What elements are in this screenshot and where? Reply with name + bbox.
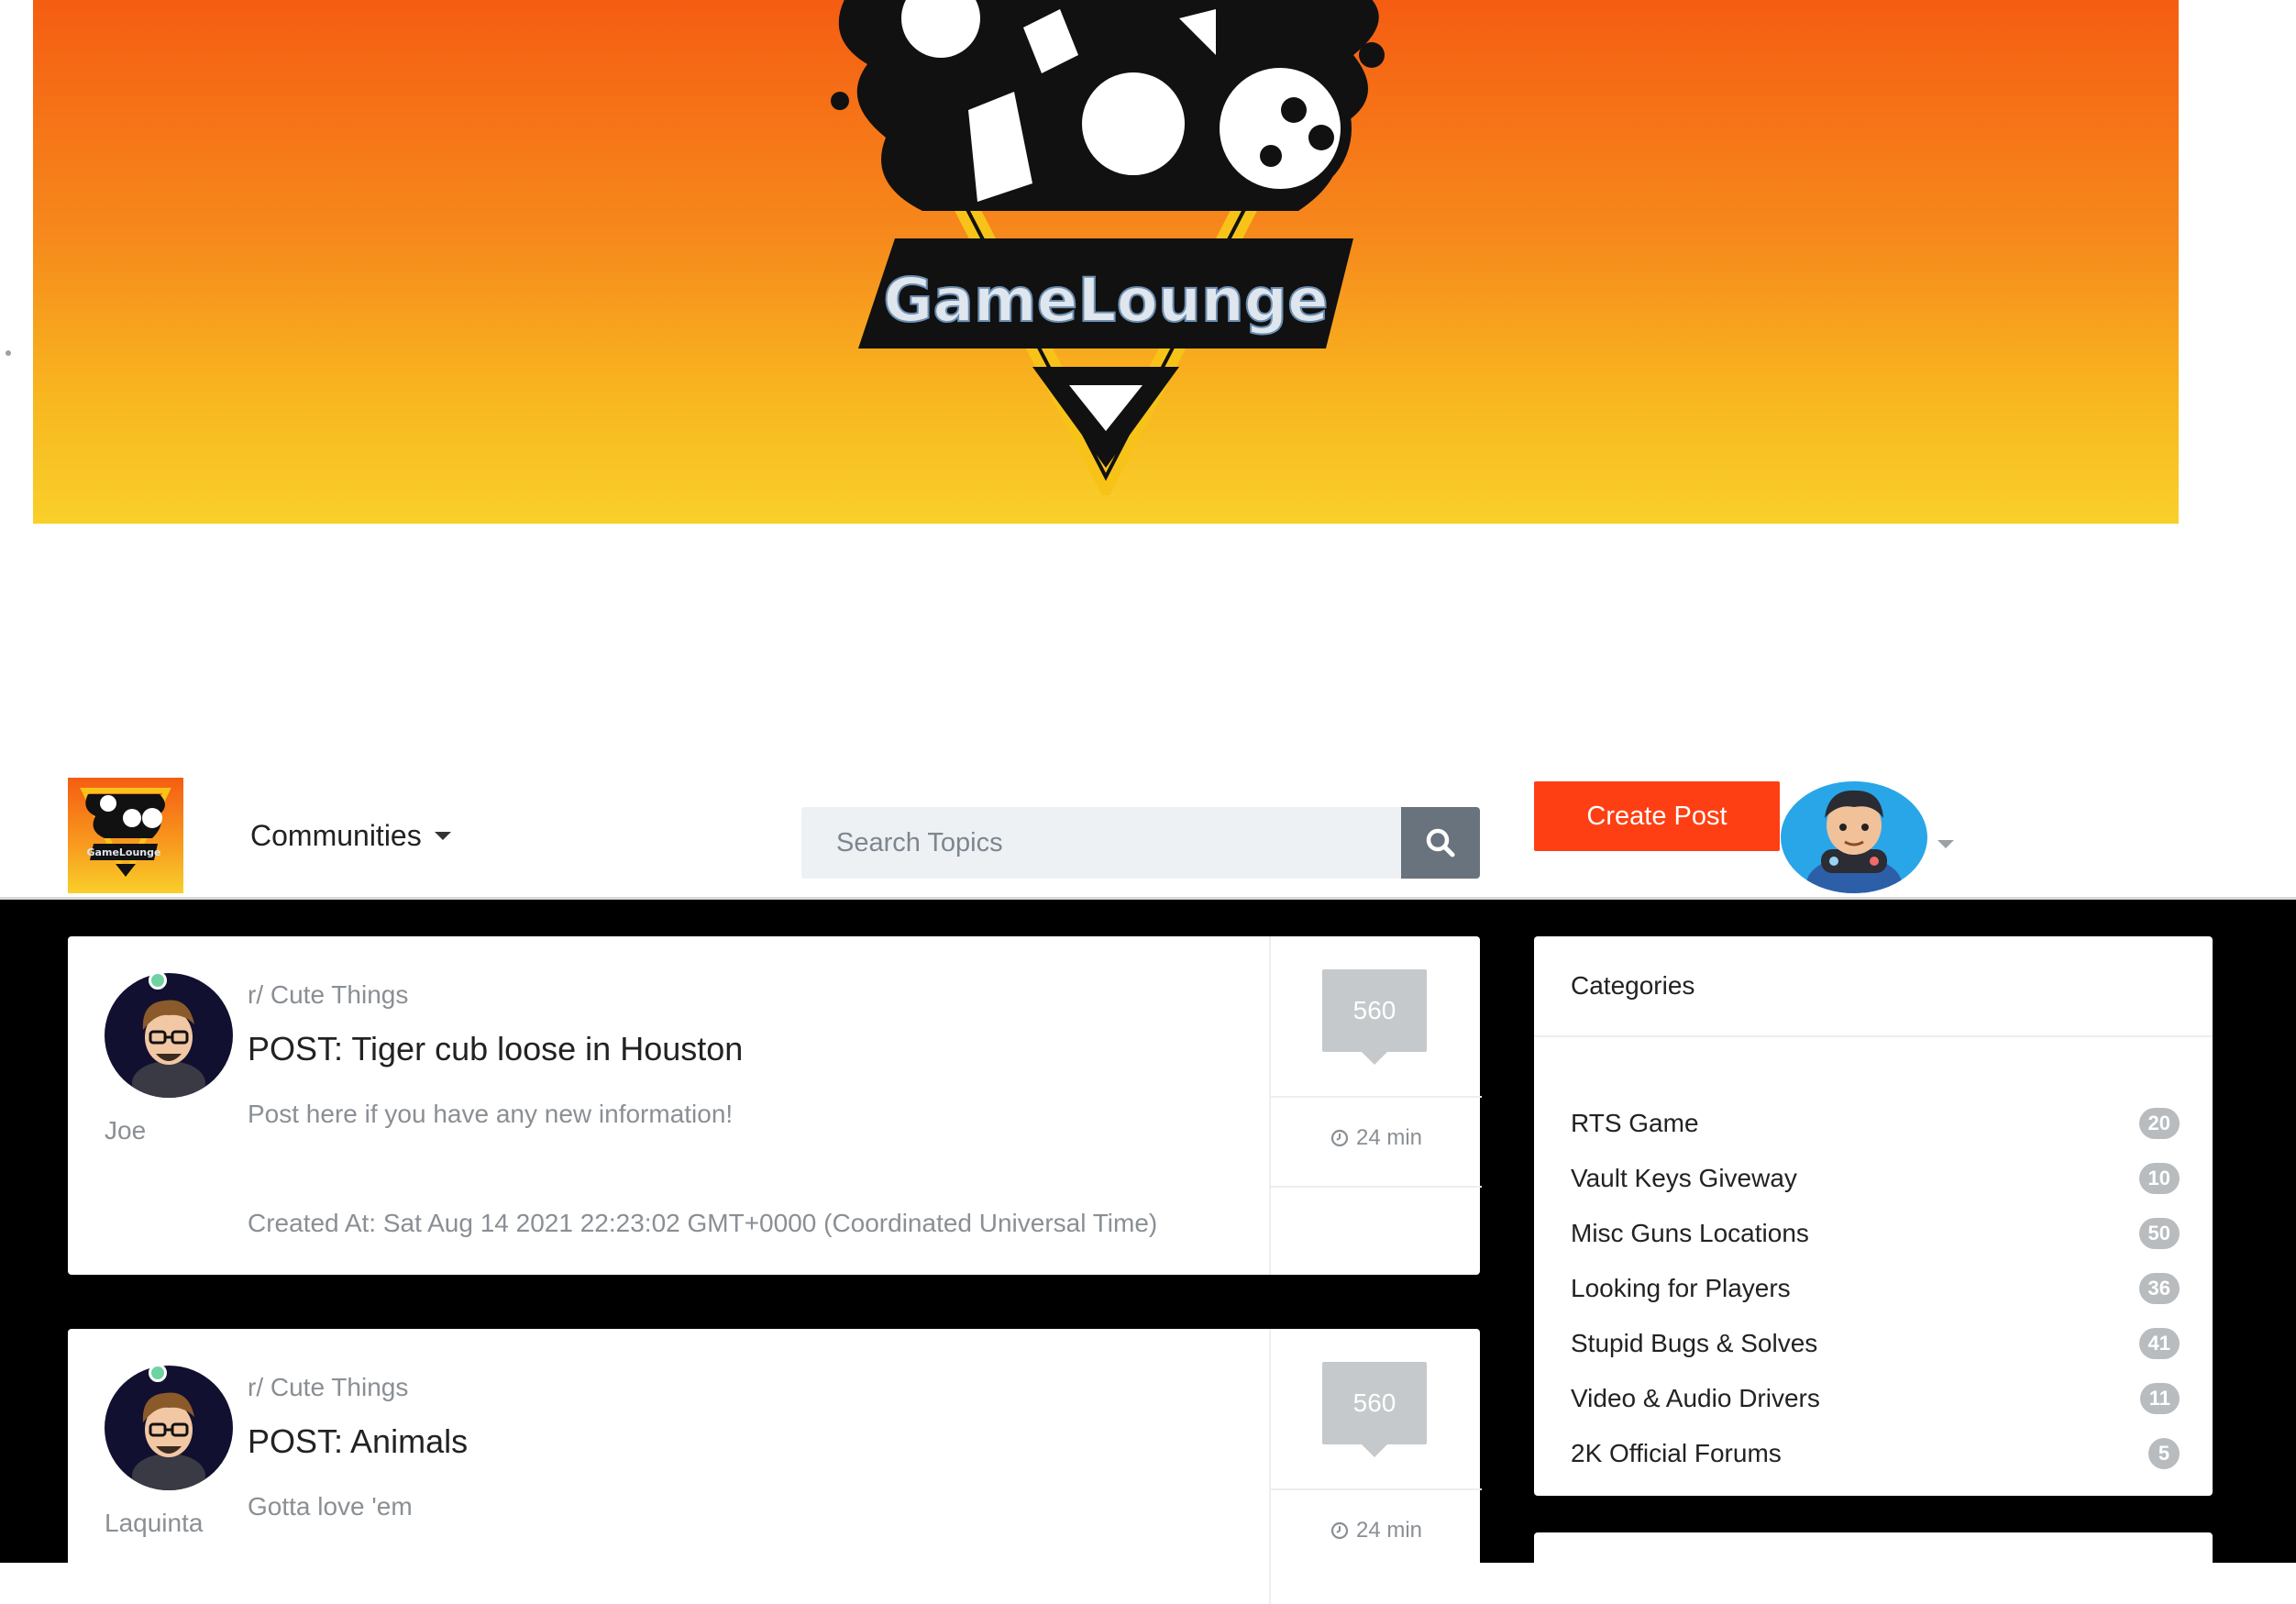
search-icon — [1426, 828, 1455, 857]
online-status-indicator — [149, 971, 167, 990]
category-name: Misc Guns Locations — [1571, 1219, 1809, 1247]
post-title[interactable]: POST: Animals — [248, 1422, 468, 1461]
category-count-badge: 5 — [2148, 1438, 2180, 1469]
post-stats: 560 24 min — [1269, 1329, 1482, 1604]
divider — [1271, 1186, 1482, 1188]
chevron-down-icon — [434, 832, 451, 840]
author-avatar-icon — [132, 1000, 205, 1098]
post-card[interactable]: Laquinta r/ Cute Things POST: Animals Go… — [68, 1329, 1482, 1604]
clock-icon — [1330, 1521, 1349, 1540]
comment-count-bubble[interactable]: 560 — [1322, 969, 1427, 1065]
main-content: Joe r/ Cute Things POST: Tiger cub loose… — [0, 900, 2296, 1604]
category-name: Looking for Players — [1571, 1274, 1791, 1302]
category-name: Video & Audio Drivers — [1571, 1384, 1820, 1412]
categories-panel: Categories RTS Game 20 Vault Keys Givewa… — [1534, 936, 2213, 1496]
category-count-badge: 11 — [2139, 1383, 2180, 1414]
comment-count: 560 — [1352, 996, 1396, 1024]
divider — [1271, 1488, 1482, 1490]
post-time: 24 min — [1271, 1125, 1482, 1151]
category-count-badge: 50 — [2138, 1218, 2180, 1249]
divider — [1534, 1035, 2213, 1037]
post-username[interactable]: Laquinta — [105, 1509, 203, 1538]
categories-list: RTS Game 20 Vault Keys Giveway 10 Misc G… — [1571, 1096, 2180, 1481]
category-item[interactable]: Looking for Players 36 — [1571, 1261, 2180, 1316]
category-name: RTS Game — [1571, 1109, 1699, 1137]
post-username[interactable]: Joe — [105, 1116, 146, 1145]
category-name: 2K Official Forums — [1571, 1439, 1782, 1467]
comment-count-bubble[interactable]: 560 — [1322, 1362, 1427, 1457]
category-count-badge: 36 — [2138, 1273, 2180, 1304]
post-community[interactable]: r/ Cute Things — [248, 980, 408, 1010]
category-item[interactable]: Video & Audio Drivers 11 — [1571, 1371, 2180, 1426]
category-item[interactable]: Stupid Bugs & Solves 41 — [1571, 1316, 2180, 1371]
post-stats: 560 24 min — [1269, 936, 1482, 1275]
search-bar — [801, 807, 1480, 879]
search-input[interactable] — [801, 807, 1401, 879]
author-avatar-icon — [132, 1392, 205, 1490]
post-created-at: Created At: Sat Aug 14 2021 22:23:02 GMT… — [248, 1209, 1158, 1237]
divider — [1271, 1096, 1482, 1098]
user-menu-chevron-icon[interactable] — [1937, 840, 1954, 848]
category-count-badge: 41 — [2138, 1328, 2180, 1359]
secondary-panel — [1534, 1532, 2213, 1587]
gamelounge-wordmark: GameLounge — [883, 265, 1329, 336]
create-post-button[interactable]: Create Post — [1534, 781, 1780, 851]
svg-text:GameLounge: GameLounge — [87, 846, 161, 858]
site-logo-icon: GameLounge — [80, 788, 171, 883]
category-item[interactable]: Misc Guns Locations 50 — [1571, 1206, 2180, 1261]
category-name: Stupid Bugs & Solves — [1571, 1329, 1818, 1357]
category-name: Vault Keys Giveway — [1571, 1164, 1797, 1192]
hero-banner: GameLounge — [33, 0, 2179, 524]
site-logo[interactable]: GameLounge — [68, 778, 183, 893]
post-community[interactable]: r/ Cute Things — [248, 1373, 408, 1402]
category-item[interactable]: RTS Game 20 — [1571, 1096, 2180, 1151]
clock-icon — [1330, 1129, 1349, 1147]
gamer-avatar-icon — [1806, 790, 1902, 893]
post-description: Post here if you have any new informatio… — [248, 1100, 734, 1128]
category-item[interactable]: 2K Official Forums 5 — [1571, 1426, 2180, 1481]
post-time-label: 24 min — [1355, 1518, 1423, 1543]
category-count-badge: 20 — [2138, 1108, 2180, 1139]
communities-label: Communities — [250, 819, 422, 852]
communities-dropdown[interactable]: Communities — [250, 819, 451, 853]
post-title[interactable]: POST: Tiger cub loose in Houston — [248, 1030, 743, 1068]
categories-header: Categories — [1571, 971, 1695, 1000]
post-time-label: 24 min — [1355, 1125, 1423, 1150]
gamelounge-logo: GameLounge — [831, 0, 1385, 495]
top-navbar: GameLounge Communities Create Post — [0, 769, 2296, 900]
user-avatar[interactable] — [1781, 781, 1927, 893]
post-card[interactable]: Joe r/ Cute Things POST: Tiger cub loose… — [68, 936, 1482, 1275]
category-count-badge: 10 — [2138, 1163, 2180, 1194]
post-author-avatar[interactable] — [105, 973, 233, 1098]
search-button[interactable] — [1401, 807, 1480, 879]
post-description: Gotta love 'em — [248, 1492, 413, 1521]
online-status-indicator — [149, 1364, 167, 1382]
comment-count: 560 — [1352, 1388, 1396, 1417]
post-time: 24 min — [1271, 1518, 1482, 1543]
stray-dot — [6, 350, 11, 356]
post-author-avatar[interactable] — [105, 1366, 233, 1490]
category-item[interactable]: Vault Keys Giveway 10 — [1571, 1151, 2180, 1206]
